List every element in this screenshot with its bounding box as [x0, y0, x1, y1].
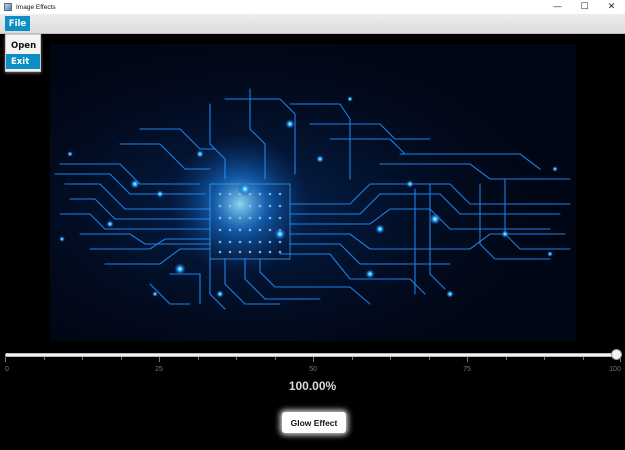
- slider-major-tick: [159, 357, 160, 362]
- minimize-button[interactable]: —: [544, 0, 571, 14]
- slider-major-tick: [620, 357, 621, 362]
- slider-minor-tick: [197, 357, 199, 360]
- menu-file[interactable]: File: [5, 16, 30, 31]
- slider-tick-label: 25: [155, 366, 163, 373]
- slider-major-tick: [313, 357, 314, 362]
- slider-tick-label: 100: [609, 366, 621, 373]
- slider-minor-tick: [82, 357, 83, 360]
- menu-item-open[interactable]: Open: [6, 38, 40, 53]
- window-title: Image Effects: [16, 3, 56, 11]
- image-view: [50, 44, 576, 341]
- glow-effect-button[interactable]: Glow Effect: [282, 412, 346, 433]
- circuit-board-image: [50, 44, 576, 341]
- slider-minor-tick: [120, 357, 122, 360]
- slider-tick-label: 75: [463, 366, 471, 373]
- slider-minor-tick: [351, 357, 353, 360]
- slider-minor-tick: [582, 357, 584, 360]
- file-dropdown: Open Exit: [5, 34, 41, 72]
- slider-tick-label: 50: [309, 366, 317, 373]
- slider-minor-tick: [274, 357, 276, 360]
- slider-tick-label: 0: [5, 366, 9, 373]
- window-controls: — ☐ ✕: [544, 0, 625, 14]
- close-button[interactable]: ✕: [598, 0, 625, 14]
- slider-minor-tick: [428, 357, 430, 360]
- app-icon: [4, 3, 12, 11]
- maximize-button[interactable]: ☐: [571, 0, 598, 14]
- title-bar: Image Effects — ☐ ✕: [0, 0, 625, 14]
- slider-minor-tick: [390, 357, 391, 360]
- percent-label: 100.00%: [288, 379, 337, 393]
- slider-minor-tick: [236, 357, 237, 360]
- slider-ticks: [5, 357, 621, 363]
- menu-item-exit[interactable]: Exit: [6, 54, 40, 69]
- slider-minor-tick: [544, 357, 545, 360]
- menu-bar: File: [0, 14, 625, 34]
- slider-major-tick: [467, 357, 468, 362]
- slider-minor-tick: [505, 357, 507, 360]
- slider-minor-tick: [43, 357, 45, 360]
- slider-major-tick: [5, 357, 6, 362]
